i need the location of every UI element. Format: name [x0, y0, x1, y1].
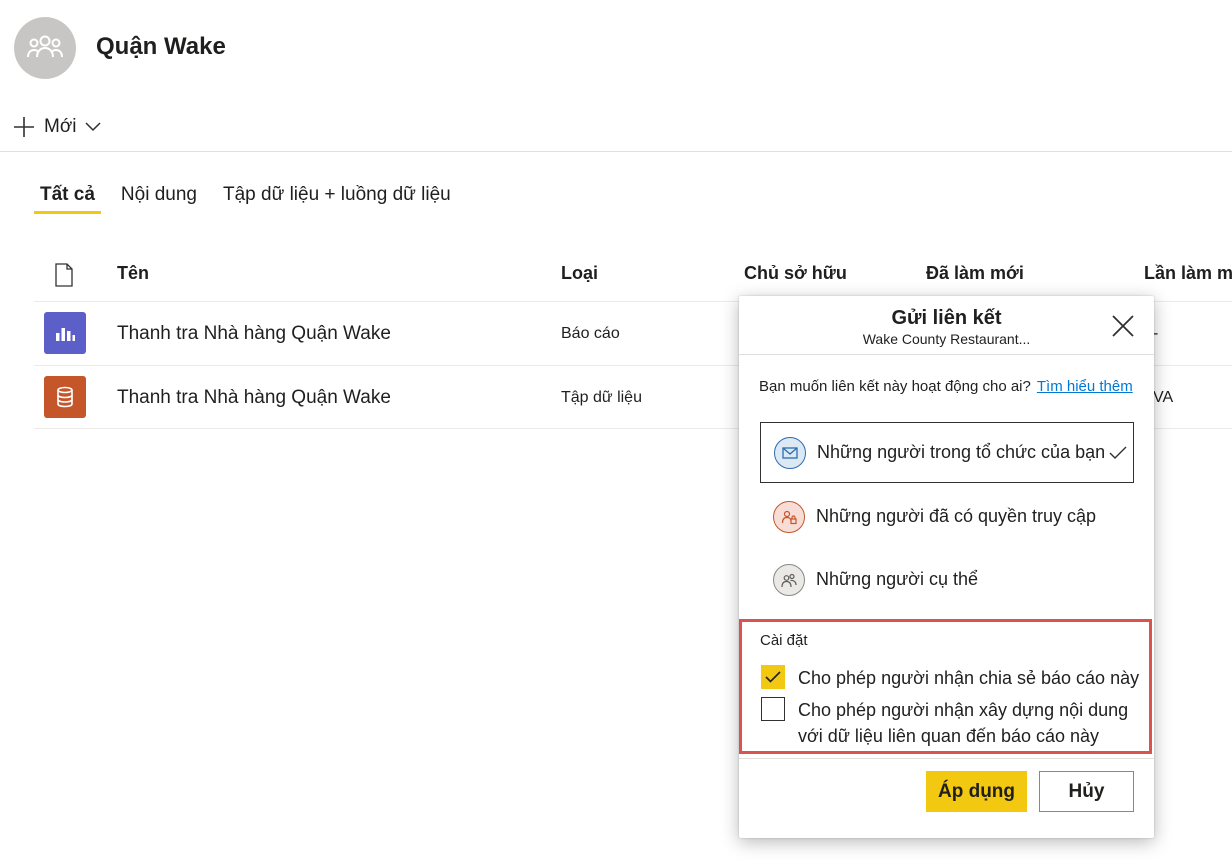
option-people-in-organization[interactable]: Những người trong tổ chức của bạn	[760, 422, 1134, 483]
column-header-name[interactable]: Tên	[117, 263, 149, 284]
group-icon	[27, 35, 63, 58]
allow-share-checkbox-row[interactable]: Cho phép người nhận chia sẻ báo cáo này	[761, 665, 1148, 691]
workspace-avatar	[14, 17, 76, 79]
allow-share-checkbox[interactable]	[761, 665, 785, 689]
toolbar-divider	[0, 151, 1232, 152]
table-row-icon	[44, 312, 86, 354]
dialog-footer-divider	[739, 758, 1154, 759]
workspace-title: Quận Wake	[96, 33, 226, 60]
audience-question-text: Bạn muốn liên kết này hoạt động cho ai?	[759, 378, 1031, 395]
send-link-dialog: Gửi liên kết Wake County Restaurant... B…	[739, 296, 1154, 838]
tab-content[interactable]: Nội dung	[115, 184, 203, 214]
allow-build-label: Cho phép người nhận xây dựng nội dung vớ…	[798, 700, 1129, 746]
content-tabs: Tất cả Nội dung Tập dữ liệu + luồng dữ l…	[34, 184, 471, 214]
specific-people-icon	[773, 563, 805, 596]
allow-build-checkbox-row[interactable]: Cho phép người nhận xây dựng nội dung vớ…	[761, 697, 1148, 749]
allow-share-label: Cho phép người nhận chia sẻ báo cáo này	[798, 668, 1140, 688]
option-label: Những người trong tổ chức của bạn	[817, 442, 1106, 462]
table-row-name[interactable]: Thanh tra Nhà hàng Quận Wake	[117, 387, 391, 409]
chevron-down-icon	[84, 122, 101, 132]
learn-more-link[interactable]: Tìm hiểu thêm	[1037, 378, 1133, 395]
table-row-icon	[44, 376, 86, 418]
allow-build-checkbox[interactable]	[761, 697, 785, 721]
table-row-type: Báo cáo	[561, 325, 620, 342]
tab-datasets-dataflows[interactable]: Tập dữ liệu + luồng dữ liệu	[217, 184, 457, 214]
plus-icon	[14, 117, 34, 137]
existing-access-icon	[773, 500, 805, 533]
settings-title: Cài đặt	[760, 632, 808, 649]
option-label: Những người đã có quyền truy cập	[816, 506, 1097, 526]
cancel-button[interactable]: Hủy	[1039, 771, 1134, 812]
new-button-label: Mới	[44, 116, 77, 137]
file-type-column-icon	[54, 263, 74, 292]
table-row-name[interactable]: Thanh tra Nhà hàng Quận Wake	[117, 323, 391, 345]
table-row-next-refresh: VA	[1153, 389, 1174, 406]
organization-icon	[774, 436, 806, 469]
option-specific-people[interactable]: Những người cụ thể	[760, 549, 1134, 610]
apply-button[interactable]: Áp dụng	[926, 771, 1027, 812]
close-button[interactable]	[1110, 313, 1136, 339]
table-row-type: Tập dữ liệu	[561, 389, 642, 406]
checkmark-icon	[1109, 446, 1127, 459]
new-button[interactable]: Mới	[12, 112, 101, 142]
dialog-title: Gửi liên kết	[891, 307, 1002, 329]
tab-all[interactable]: Tất cả	[34, 184, 101, 214]
option-label: Những người cụ thể	[816, 569, 978, 589]
column-header-next-refresh[interactable]: Lần làm mới	[1144, 263, 1232, 284]
column-header-refreshed[interactable]: Đã làm mới	[926, 263, 1024, 284]
column-header-owner[interactable]: Chủ sở hữu	[744, 263, 847, 284]
close-icon	[1112, 315, 1134, 337]
column-header-type[interactable]: Loại	[561, 263, 598, 284]
document-icon	[55, 263, 73, 287]
dialog-header: Gửi liên kết Wake County Restaurant...	[739, 296, 1154, 355]
dataset-icon	[57, 386, 73, 408]
audience-question: Bạn muốn liên kết này hoạt động cho ai? T…	[759, 378, 1133, 395]
checkmark-icon	[765, 671, 781, 683]
option-people-with-existing-access[interactable]: Những người đã có quyền truy cập	[760, 486, 1134, 547]
report-icon	[56, 328, 75, 341]
dialog-subtitle: Wake County Restaurant...	[862, 331, 1031, 347]
settings-section: Cài đặt Cho phép người nhận chia sẻ báo …	[739, 619, 1152, 754]
